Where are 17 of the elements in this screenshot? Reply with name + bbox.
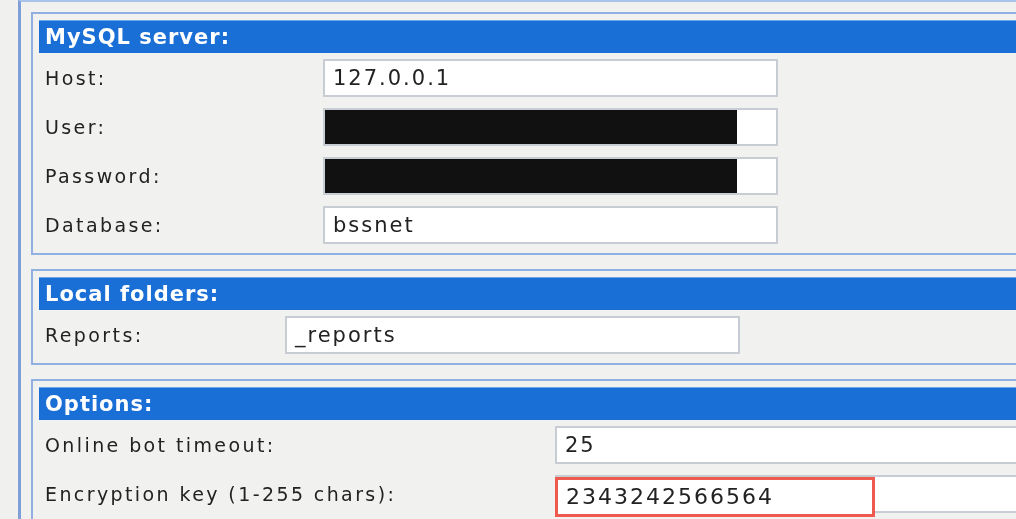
section-header: MySQL server: <box>39 20 1016 53</box>
input-field[interactable]: 25 <box>555 425 1016 464</box>
input-field[interactable] <box>323 156 778 195</box>
field-label: Password: <box>45 164 163 187</box>
input-field[interactable]: 127.0.0.1 <box>323 58 778 97</box>
field-label: Online bot timeout: <box>45 433 277 456</box>
field-label: Database: <box>45 213 165 236</box>
field-label: Host: <box>45 66 108 89</box>
input-field[interactable]: 2343242566564 <box>555 476 875 517</box>
input-field[interactable]: bssnet <box>323 205 778 244</box>
section-header: Local folders: <box>39 277 1016 310</box>
section-header: Options: <box>39 387 1016 420</box>
field-label: Reports: <box>45 323 145 346</box>
field-label: User: <box>45 115 108 138</box>
input-field[interactable] <box>323 107 778 146</box>
input-field[interactable]: _reports <box>285 315 740 354</box>
field-label: Encryption key (1-255 chars): <box>45 482 398 505</box>
